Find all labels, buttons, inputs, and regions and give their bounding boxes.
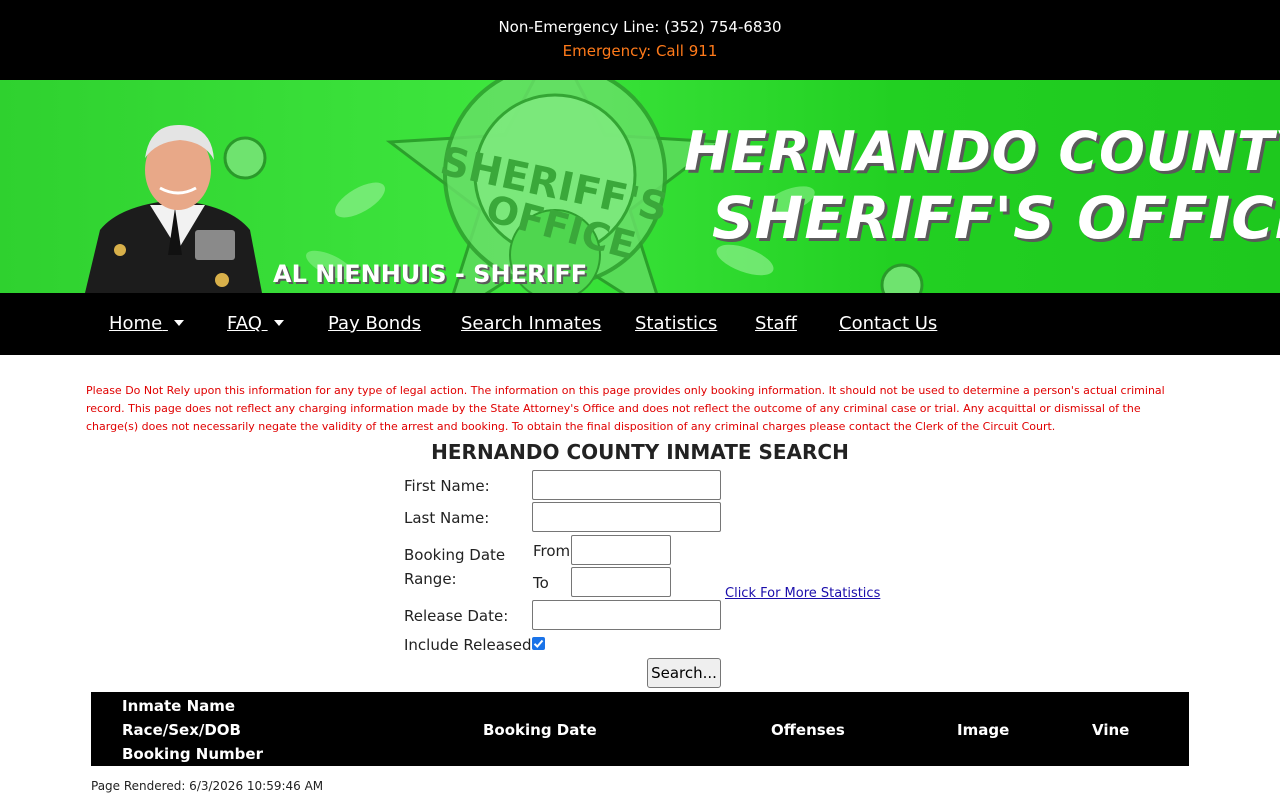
chevron-down-icon [273,320,284,326]
col-image: Image [957,721,1010,739]
header-banner: SHERIFF'S OFFICE HERNANDO COUNTY SHERIFF… [0,80,1280,293]
nav-search-inmates[interactable]: Search Inmates [461,313,601,334]
booking-date-range-label: Range: [404,570,457,588]
chevron-down-icon [173,320,184,326]
sheriff-name: AL NIENHUIS - SHERIFF [273,260,588,288]
include-released-checkbox[interactable] [532,637,545,650]
col-offenses: Offenses [771,721,845,739]
legal-disclaimer: Please Do Not Rely upon this information… [86,384,1165,433]
banner-title-line2: SHERIFF'S OFFICE [712,184,1280,252]
last-name-label: Last Name: [404,509,490,527]
nav-home-label: Home [109,313,163,334]
from-label: From [533,542,571,560]
booking-to-input[interactable] [571,567,671,597]
banner-title-line1: HERNANDO COUNTY [684,120,1280,183]
main-nav: Home FAQ Pay Bonds Search Inmates Statis… [0,293,1280,355]
booking-date-label: Booking Date [404,546,506,564]
last-name-input[interactable] [532,502,721,532]
nav-home[interactable]: Home [109,313,184,334]
col-inmate-name[interactable]: Inmate Name [122,697,235,715]
page-title: HERNANDO COUNTY INMATE SEARCH [431,440,849,464]
first-name-input[interactable] [532,470,721,500]
release-date-input[interactable] [532,600,721,630]
col-race-sex-dob[interactable]: Race/Sex/DOB [122,721,241,739]
booking-from-input[interactable] [571,535,671,565]
top-contact-bar: Non-Emergency Line: (352) 754-6830 Emerg… [0,0,1280,80]
first-name-label: First Name: [404,477,490,495]
col-booking-number[interactable]: Booking Number [122,745,263,763]
results-table-header: Inmate Name Race/Sex/DOB Booking Number … [91,692,1189,766]
include-released-label: Include Released? [404,636,540,654]
col-booking-date[interactable]: Booking Date [483,721,597,739]
to-label: To [533,574,549,592]
nav-pay-bonds[interactable]: Pay Bonds [328,313,421,334]
more-statistics-link[interactable]: Click For More Statistics [725,586,880,601]
release-date-label: Release Date: [404,607,509,625]
col-vine: Vine [1092,721,1130,739]
nav-faq-label: FAQ [227,313,262,334]
nav-faq[interactable]: FAQ [227,313,284,334]
search-button[interactable]: Search... [647,658,721,688]
non-emergency-line: Non-Emergency Line: (352) 754-6830 [498,18,782,36]
page-rendered-timestamp: Page Rendered: 6/3/2026 10:59:46 AM [91,779,324,793]
nav-staff[interactable]: Staff [755,313,797,334]
emergency-line: Emergency: Call 911 [562,42,718,60]
checkmark-icon [533,639,544,648]
nav-statistics[interactable]: Statistics [635,313,717,334]
nav-contact-us[interactable]: Contact Us [839,313,937,334]
